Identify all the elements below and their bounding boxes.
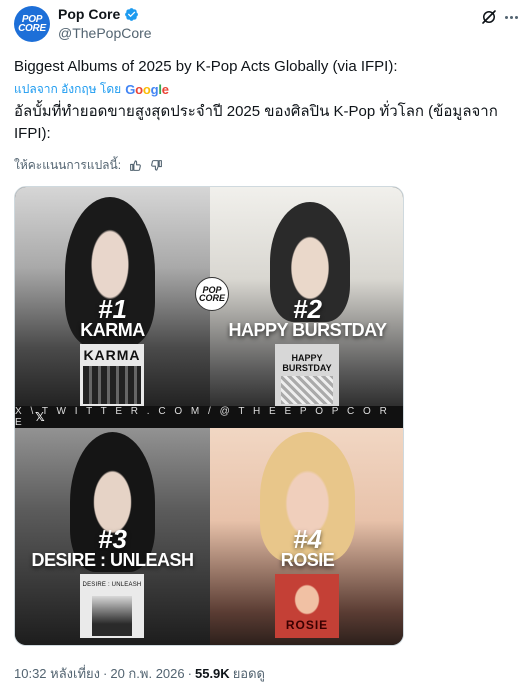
translate-label: แปลจาก อังกฤษ โดย (14, 82, 122, 96)
badge-text-bottom: CORE (198, 293, 225, 303)
album-cover-text: DESIRE : UNLEASH (82, 582, 142, 588)
album-cover-text: KARMA (83, 347, 141, 363)
album-title: HAPPY BURSTDAY (228, 320, 387, 340)
translation-attribution[interactable]: แปลจาก อังกฤษ โดย Google (14, 80, 169, 99)
album-card-2: #2 HAPPY BURSTDAY HAPPY BURSTDAY (210, 187, 403, 417)
album-cover: DESIRE : UNLEASH (80, 574, 144, 638)
album-card-1: #1 KARMA KARMA (15, 187, 210, 417)
rate-translation-label: ให้คะแนนการแปลนี้: (14, 158, 122, 172)
watermark-bar: X \ T W I T T E R . C O M / @ T H E E P … (15, 406, 403, 428)
x-logo-icon: 𝕏 (35, 410, 45, 424)
more-options-icon[interactable] (505, 8, 523, 26)
avatar-text-bottom: CORE (18, 23, 46, 34)
meta-separator: · (103, 666, 108, 681)
album-title: KARMA (80, 320, 145, 340)
translated-text: อัลบั้มที่ทำยอดขายสูงสุดประจำปี 2025 ของ… (14, 103, 498, 142)
display-name[interactable]: Pop Core (58, 6, 120, 22)
album-cover: ROSIE (275, 574, 339, 638)
views-label: ยอดดู (232, 666, 265, 681)
tweet-image[interactable]: #1 KARMA KARMA #2 HAPPY BURSTDAY HAPPY B… (14, 186, 404, 646)
album-card-4: #4 ROSIE ROSIE (210, 417, 403, 645)
album-title: ROSIE (280, 550, 335, 570)
album-card-3: #3 DESIRE : UNLEASH DESIRE : UNLEASH (15, 417, 210, 645)
tweet-date[interactable]: 20 ก.พ. 2026 (110, 663, 184, 684)
rate-translation-row: ให้คะแนนการแปลนี้: (14, 156, 163, 175)
views-count[interactable]: 55.9K (195, 666, 230, 681)
album-title: DESIRE : UNLEASH (31, 550, 194, 570)
meta-separator: · (187, 666, 192, 681)
popcore-logo-badge: POP CORE (195, 277, 229, 311)
thumbs-up-icon[interactable] (129, 159, 142, 172)
google-logo: Google (125, 82, 169, 97)
album-cover: HAPPY BURSTDAY (275, 344, 339, 408)
account-handle[interactable]: @ThePopCore (58, 25, 152, 41)
tweet-text: Biggest Albums of 2025 by K-Pop Acts Glo… (14, 58, 398, 75)
account-name-row: Pop Core (58, 6, 139, 22)
album-cover-text: ROSIE (285, 618, 329, 632)
avatar[interactable]: POP CORE (14, 6, 50, 42)
grok-icon[interactable] (480, 8, 498, 26)
album-cover: KARMA (80, 344, 144, 408)
album-cover-text: HAPPY BURSTDAY (282, 353, 332, 373)
verified-badge-icon (125, 7, 139, 21)
thumbs-down-icon[interactable] (150, 159, 163, 172)
tweet-meta: 10:32 หลังเที่ยง · 20 ก.พ. 2026 · 55.9K … (14, 663, 265, 684)
tweet-time[interactable]: 10:32 หลังเที่ยง (14, 663, 100, 684)
